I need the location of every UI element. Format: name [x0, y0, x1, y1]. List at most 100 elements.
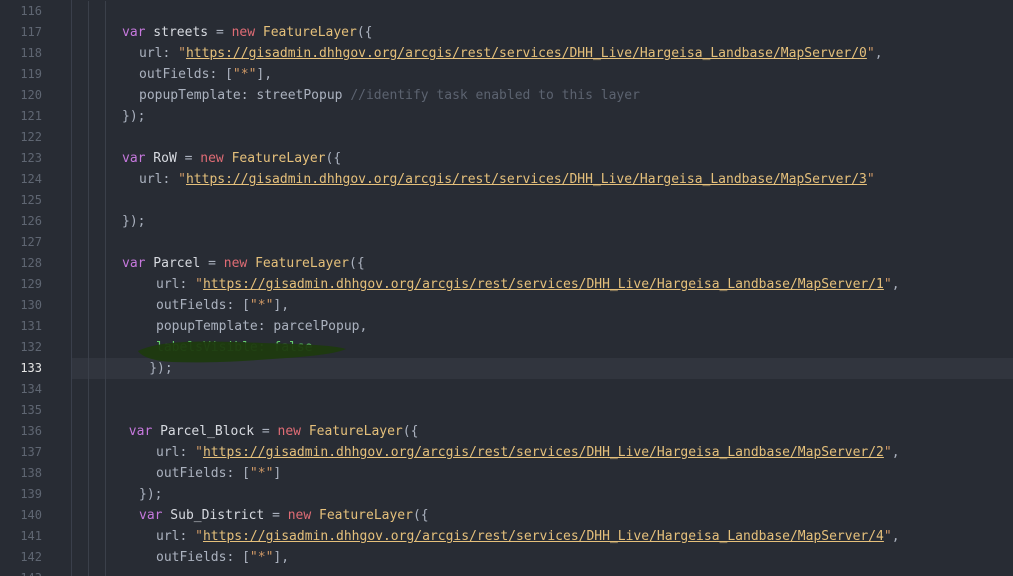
code-line[interactable]: 129 url: "https://gisadmin.dhhgov.org/arc…: [0, 274, 1013, 295]
code-token: });: [149, 361, 173, 376]
line-number: 119: [20, 67, 42, 81]
code-line[interactable]: 131 popupTemplate: parcelPopup,: [0, 316, 1013, 337]
code-line[interactable]: 132 labelsVisible: false: [0, 337, 1013, 358]
code-text: url: "https://gisadmin.dhhgov.org/arcgis…: [139, 43, 883, 64]
code-token[interactable]: https://gisadmin.dhhgov.org/arcgis/rest/…: [203, 529, 884, 544]
code-line-content[interactable]: var Sub_District = new FeatureLayer({: [72, 505, 1013, 526]
code-token: popupTemplate: streetPopup: [139, 88, 351, 103]
line-number: 132: [20, 340, 42, 354]
code-text: });: [139, 484, 162, 505]
indent-guide: [105, 484, 106, 505]
code-line[interactable]: 142 outFields: ["*"],: [0, 547, 1013, 568]
code-token: var: [122, 256, 146, 271]
indent-guide: [105, 526, 106, 547]
code-line[interactable]: 134: [0, 379, 1013, 400]
code-line-content[interactable]: url: "https://gisadmin.dhhgov.org/arcgis…: [72, 169, 1013, 190]
code-line[interactable]: 136 var Parcel_Block = new FeatureLayer({: [0, 421, 1013, 442]
code-line-content[interactable]: url: "https://gisadmin.dhhgov.org/arcgis…: [72, 442, 1013, 463]
code-token: ": [883, 445, 892, 460]
indent-guide: [105, 1, 106, 22]
code-line-content[interactable]: [72, 232, 1013, 253]
code-token: new: [287, 508, 312, 523]
code-line-content[interactable]: labelsVisible: false: [72, 337, 1013, 358]
indent-guide: [105, 148, 106, 169]
code-line-content[interactable]: outFields: ["*"],: [72, 295, 1013, 316]
code-line[interactable]: 121});: [0, 106, 1013, 127]
code-text: popupTemplate: parcelPopup,: [156, 316, 367, 337]
code-line-content[interactable]: [72, 127, 1013, 148]
code-line[interactable]: 120 popupTemplate: streetPopup //identify…: [0, 85, 1013, 106]
code-line[interactable]: 119 outFields: ["*"],: [0, 64, 1013, 85]
code-line[interactable]: 122: [0, 127, 1013, 148]
indent-guide: [88, 358, 89, 379]
indent-guide: [105, 106, 106, 127]
code-line-content[interactable]: [72, 568, 1013, 576]
code-token: FeatureLayer: [262, 25, 357, 40]
line-number: 134: [20, 382, 42, 396]
code-token[interactable]: https://gisadmin.dhhgov.org/arcgis/rest/…: [186, 46, 867, 61]
line-number: 129: [20, 277, 42, 291]
code-token[interactable]: https://gisadmin.dhhgov.org/arcgis/rest/…: [203, 277, 884, 292]
code-line-content[interactable]: });: [72, 484, 1013, 505]
indent-guide: [88, 211, 89, 232]
code-token[interactable]: https://gisadmin.dhhgov.org/arcgis/rest/…: [186, 172, 867, 187]
code-line-content[interactable]: });: [72, 211, 1013, 232]
code-line[interactable]: 130 outFields: ["*"],: [0, 295, 1013, 316]
code-line[interactable]: 116: [0, 1, 1013, 22]
code-line[interactable]: 137 url: "https://gisadmin.dhhgov.org/arc…: [0, 442, 1013, 463]
code-line[interactable]: 128 var Parcel = new FeatureLayer({: [0, 253, 1013, 274]
code-line[interactable]: 141 url: "https://gisadmin.dhhgov.org/arc…: [0, 526, 1013, 547]
code-line[interactable]: 118 url: "https://gisadmin.dhhgov.org/arc…: [0, 43, 1013, 64]
indent-guide: [105, 253, 106, 274]
code-line-content[interactable]: [72, 1, 1013, 22]
code-line-content[interactable]: var streets = new FeatureLayer({: [72, 22, 1013, 43]
line-number: 131: [20, 319, 42, 333]
code-editor[interactable]: 116 117 var streets = new FeatureLayer({11…: [0, 0, 1013, 576]
code-line-content[interactable]: });: [72, 106, 1013, 127]
code-line[interactable]: 139});: [0, 484, 1013, 505]
code-line-content[interactable]: outFields: ["*"],: [72, 547, 1013, 568]
code-line[interactable]: 140 var Sub_District = new FeatureLayer({: [0, 505, 1013, 526]
code-line[interactable]: 117 var streets = new FeatureLayer({: [0, 22, 1013, 43]
code-line[interactable]: 138 outFields: ["*"]: [0, 463, 1013, 484]
code-line[interactable]: 123 var RoW = new FeatureLayer({: [0, 148, 1013, 169]
code-line-content[interactable]: var Parcel_Block = new FeatureLayer({: [72, 421, 1013, 442]
code-token: ({: [412, 508, 429, 523]
code-line-content[interactable]: });: [72, 358, 1013, 379]
line-number: 118: [20, 46, 42, 60]
code-token[interactable]: https://gisadmin.dhhgov.org/arcgis/rest/…: [203, 445, 884, 460]
code-line-content[interactable]: outFields: ["*"],: [72, 64, 1013, 85]
code-line-content[interactable]: url: "https://gisadmin.dhhgov.org/arcgis…: [72, 526, 1013, 547]
code-line-content[interactable]: popupTemplate: streetPopup //identify ta…: [72, 85, 1013, 106]
indent-guide: [105, 295, 106, 316]
code-token: =: [208, 256, 216, 271]
code-line[interactable]: 133});: [0, 358, 1013, 379]
code-text: url: "https://gisadmin.dhhgov.org/arcgis…: [156, 442, 900, 463]
code-token: new: [231, 25, 256, 40]
code-line[interactable]: 127: [0, 232, 1013, 253]
code-line-content[interactable]: url: "https://gisadmin.dhhgov.org/arcgis…: [72, 43, 1013, 64]
code-line-content[interactable]: [72, 190, 1013, 211]
indent-guide: [105, 400, 106, 421]
code-line-content[interactable]: var RoW = new FeatureLayer({: [72, 148, 1013, 169]
code-token: FeatureLayer: [308, 424, 403, 439]
code-line[interactable]: 143: [0, 568, 1013, 576]
indent-guide: [88, 337, 89, 358]
code-token: ": [866, 172, 875, 187]
indent-guide: [105, 22, 106, 43]
indent-guide: [105, 316, 106, 337]
code-line-content[interactable]: url: "https://gisadmin.dhhgov.org/arcgis…: [72, 274, 1013, 295]
code-line-content[interactable]: outFields: ["*"]: [72, 463, 1013, 484]
code-token: ],: [256, 67, 273, 82]
indent-guide: [105, 421, 106, 442]
code-line[interactable]: 125: [0, 190, 1013, 211]
code-line[interactable]: 126});: [0, 211, 1013, 232]
code-line[interactable]: 124 url: "https://gisadmin.dhhgov.org/arc…: [0, 169, 1013, 190]
code-line[interactable]: 135: [0, 400, 1013, 421]
code-line-content[interactable]: [72, 379, 1013, 400]
code-line-content[interactable]: popupTemplate: parcelPopup,: [72, 316, 1013, 337]
code-line-content[interactable]: [72, 400, 1013, 421]
code-line-content[interactable]: var Parcel = new FeatureLayer({: [72, 253, 1013, 274]
